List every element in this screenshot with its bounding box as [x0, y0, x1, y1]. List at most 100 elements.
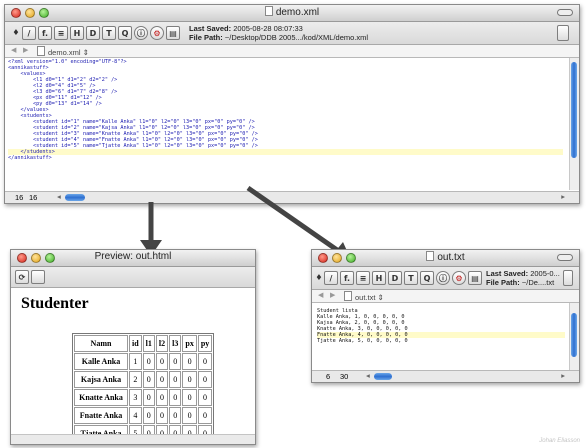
out-status-column-number: 30 [340, 372, 349, 381]
out-toolbar-text-icon[interactable]: T [404, 271, 418, 285]
table-row: Kajsa Anka 2 0 0 0 0 0 [74, 371, 213, 388]
out-horizontal-scroll-thumb[interactable] [374, 373, 392, 380]
table-row: Kalle Anka 1 0 0 0 0 0 [74, 353, 213, 370]
out-file-path-value: ~/De....txt [521, 278, 555, 287]
out-toolbar: ♦ / f. ≡ H D T Q ⓘ ⚙ ▤ Last Saved: 2005-… [312, 267, 579, 290]
out-toolbar-info-icon[interactable]: ⓘ [436, 271, 450, 285]
toolbar-info-icon[interactable]: ⓘ [134, 26, 148, 40]
out-scroll-right-icon[interactable]: ▸ [561, 371, 565, 380]
file-path-label: File Path: [189, 33, 223, 42]
out-file-info-icon[interactable] [563, 270, 573, 286]
student-value-cell: 0 [182, 389, 197, 406]
out-document-tab-name: out.txt [355, 293, 376, 302]
student-value-cell: 0 [155, 389, 169, 406]
student-value-cell: 0 [169, 389, 182, 406]
table-row: Knatte Anka 3 0 0 0 0 0 [74, 389, 213, 406]
column-header-l3: l3 [169, 335, 182, 352]
toolbar-header-icon[interactable]: H [70, 26, 84, 40]
out-window-title-text: out.txt [437, 252, 465, 263]
scroll-right-icon[interactable]: ▸ [561, 192, 565, 201]
column-header-l1: l1 [142, 335, 155, 352]
student-value-cell: 0 [155, 371, 169, 388]
out-toolbar-header-icon[interactable]: H [372, 271, 386, 285]
student-value-cell: 0 [182, 407, 197, 424]
student-name-cell: Knatte Anka [74, 389, 128, 406]
student-value-cell: 0 [197, 407, 213, 424]
out-status-line-number: 6 [326, 372, 331, 381]
out-toolbar-list-icon[interactable]: ≡ [356, 271, 370, 285]
student-value-cell: 0 [169, 371, 182, 388]
status-column-number: 16 [29, 193, 38, 202]
file-path-value: ~/Desktop/DDB 2005.../kod/XML/demo.xml [224, 33, 369, 42]
student-value-cell: 0 [182, 371, 197, 388]
toolbar-list-icon[interactable]: ≡ [54, 26, 68, 40]
back-arrow-icon[interactable]: ◀ [11, 46, 16, 54]
document-tab[interactable]: demo.xml ⇕ [37, 46, 89, 57]
toolbar-diamond-icon[interactable]: ♦ [9, 26, 23, 40]
title-bar[interactable]: demo.xml [5, 5, 579, 22]
out-toolbar-pen-icon[interactable]: / [324, 271, 338, 285]
out-toolbar-toggle-button[interactable] [557, 254, 573, 261]
last-saved-label: Last Saved: [189, 24, 232, 33]
column-header-namn: Namn [74, 335, 128, 352]
code-editor[interactable]: <?xml version="1.0" encoding="UTF-8"?> <a… [8, 59, 563, 161]
toolbar-function-icon[interactable]: f. [38, 26, 52, 40]
document-icon [264, 6, 273, 16]
student-value-cell: 1 [129, 353, 142, 370]
out-toolbar-function-icon[interactable]: f. [340, 271, 354, 285]
toolbar-document-icon[interactable]: D [86, 26, 100, 40]
student-value-cell: 0 [142, 353, 155, 370]
preview-title: Preview: out.html [94, 251, 172, 262]
out-vertical-scrollbar[interactable] [569, 303, 579, 370]
scroll-left-icon[interactable]: ◂ [57, 192, 61, 201]
toolbar-text-icon[interactable]: T [102, 26, 116, 40]
horizontal-scroll-thumb[interactable] [65, 194, 85, 201]
table-header-row: Namn id l1 l2 l3 px py [74, 335, 213, 352]
window-title: demo.xml [5, 6, 579, 18]
student-value-cell: 0 [169, 407, 182, 424]
out-toolbar-diamond-icon[interactable]: ♦ [315, 271, 323, 285]
out-toolbar-settings-icon[interactable]: ⚙ [452, 271, 466, 285]
student-value-cell: 0 [197, 371, 213, 388]
out-document-tab-icon [344, 291, 352, 301]
column-header-id: id [129, 335, 142, 352]
toolbar-search-icon[interactable]: Q [118, 26, 132, 40]
out-code-editor[interactable]: Student lista Kalle Anka, 1, 0, 0, 0, 0, … [317, 308, 565, 344]
out-status-bar: 6 30 ◂ ▸ [312, 370, 579, 382]
author-credit: Johan Eliasson [539, 438, 580, 444]
refresh-icon[interactable]: ⟳ [15, 270, 29, 284]
out-document-tab[interactable]: out.txt ⇕ [344, 291, 384, 302]
toolbar-pen-icon[interactable]: / [22, 26, 36, 40]
student-value-cell: 0 [142, 371, 155, 388]
editor-window-out-txt: out.txt ♦ / f. ≡ H D T Q ⓘ ⚙ ▤ Last Save… [311, 249, 580, 383]
out-vertical-scroll-thumb[interactable] [571, 313, 577, 357]
student-value-cell: 3 [129, 389, 142, 406]
out-code-line: Tjatte Anka, 5, 0, 0, 0, 0, 0 [317, 338, 408, 344]
out-navigation-bar: ◀ ▶ out.txt ⇕ [312, 290, 579, 303]
table-row: Fnatte Anka 4 0 0 0 0 0 [74, 407, 213, 424]
preview-title-bar[interactable]: Preview: out.html [11, 250, 255, 267]
toolbar-settings-icon[interactable]: ⚙ [150, 26, 164, 40]
out-back-arrow-icon[interactable]: ◀ [318, 291, 323, 299]
page-icon[interactable] [31, 270, 45, 284]
vertical-scroll-thumb[interactable] [571, 62, 577, 158]
file-info-icon[interactable] [557, 25, 569, 41]
out-toolbar-preview-icon[interactable]: ▤ [468, 271, 482, 285]
out-forward-arrow-icon[interactable]: ▶ [330, 291, 335, 299]
toolbar-toggle-button[interactable] [557, 9, 573, 16]
toolbar-preview-icon[interactable]: ▤ [166, 26, 180, 40]
out-document-icon [426, 251, 435, 261]
student-value-cell: 0 [197, 353, 213, 370]
out-title-bar[interactable]: out.txt [312, 250, 579, 267]
column-header-px: px [182, 335, 197, 352]
out-window-title: out.txt [312, 251, 579, 263]
out-scroll-left-icon[interactable]: ◂ [366, 371, 370, 380]
student-value-cell: 0 [142, 407, 155, 424]
out-toolbar-search-icon[interactable]: Q [420, 271, 434, 285]
out-last-saved-value: 2005-0... [530, 269, 560, 278]
out-save-info: Last Saved: 2005-0... File Path: ~/De...… [486, 269, 560, 287]
window-title-text: demo.xml [275, 7, 320, 18]
forward-arrow-icon[interactable]: ▶ [23, 46, 28, 54]
out-toolbar-document-icon[interactable]: D [388, 271, 402, 285]
vertical-scrollbar[interactable] [569, 58, 579, 190]
